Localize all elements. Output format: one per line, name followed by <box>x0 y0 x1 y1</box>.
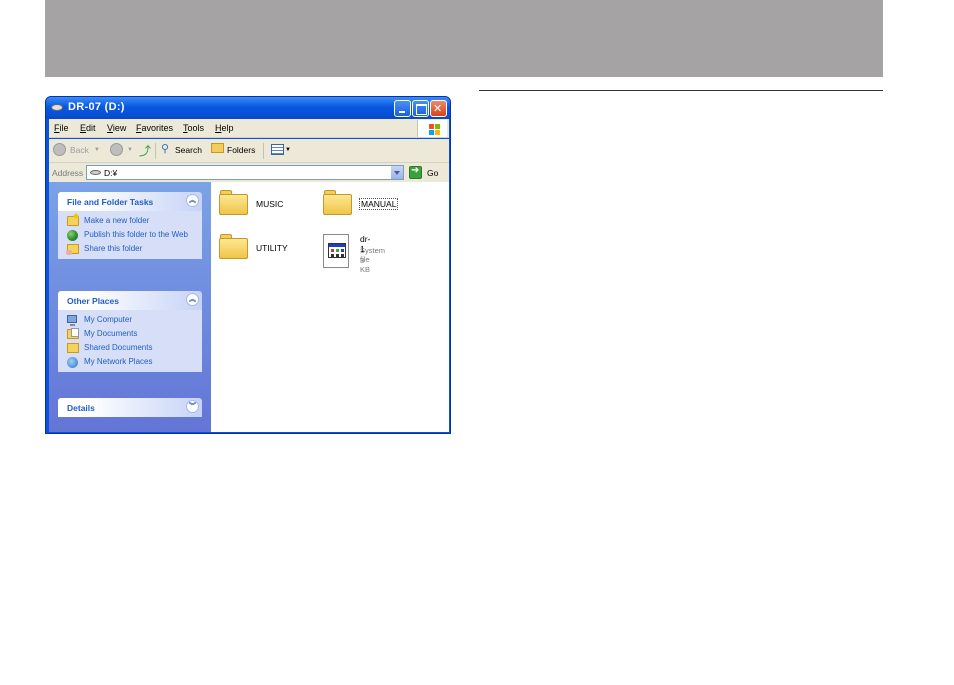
panel-title: Details <box>67 403 95 413</box>
standard-toolbar: Back ▼ ▼ ⤴ ⚲ Search Folders ▼ <box>49 139 449 163</box>
shared-folder-icon <box>67 343 79 353</box>
place-label: Shared Documents <box>84 343 153 352</box>
place-label: My Documents <box>84 329 138 338</box>
new-folder-icon <box>67 216 79 226</box>
back-button-label[interactable]: Back <box>70 145 89 155</box>
windows-logo-icon <box>417 120 447 137</box>
place-my-computer[interactable]: My Computer <box>67 315 196 326</box>
panel-header[interactable]: Details ︾ <box>58 398 202 417</box>
other-places-panel: Other Places ︽ My Computer My Documents … <box>58 291 202 372</box>
panel-body: Make a new folder Publish this folder to… <box>58 211 202 259</box>
system-file-icon <box>323 234 349 268</box>
forward-arrow-icon[interactable] <box>110 143 123 156</box>
title-bar[interactable]: DR-07 (D:) <box>46 97 450 119</box>
menu-help[interactable]: Help <box>215 123 234 133</box>
place-label: My Computer <box>84 315 133 324</box>
window-title: DR-07 (D:) <box>68 101 125 113</box>
file-list-view: MUSIC MANUAL UTILITY dr-1 System file 3 … <box>211 182 449 432</box>
panel-title: Other Places <box>67 296 119 306</box>
search-icon[interactable]: ⚲ <box>161 142 169 155</box>
expand-chevron-icon[interactable]: ︾ <box>186 400 199 413</box>
place-label: My Network Places <box>84 357 153 366</box>
panel-header[interactable]: Other Places ︽ <box>58 291 202 310</box>
close-button[interactable] <box>430 100 447 117</box>
file-folder-tasks-panel: File and Folder Tasks ︽ Make a new folde… <box>58 192 202 259</box>
go-arrow-icon[interactable] <box>409 165 422 179</box>
task-publish-web[interactable]: Publish this folder to the Web <box>67 230 196 241</box>
minimize-button[interactable] <box>394 100 411 117</box>
top-banner <box>45 0 883 77</box>
drive-icon <box>90 170 101 175</box>
views-icon[interactable] <box>271 144 284 155</box>
toolbar-separator <box>263 143 264 159</box>
task-label: Publish this folder to the Web <box>84 230 188 239</box>
menu-tools[interactable]: Tools <box>183 123 204 133</box>
address-bar: Address D:¥ Go <box>49 163 449 182</box>
menu-bar: File Edit View Favorites Tools Help <box>49 119 449 138</box>
explorer-window: DR-07 (D:) File Edit View Favorites Tool… <box>45 96 451 434</box>
address-value: D:¥ <box>104 168 118 178</box>
address-label: Address <box>52 168 84 178</box>
task-share-folder[interactable]: Share this folder <box>66 244 196 255</box>
folders-button[interactable]: Folders <box>227 145 255 155</box>
back-arrow-icon[interactable] <box>53 143 66 156</box>
up-folder-icon[interactable]: ⤴ <box>139 142 151 159</box>
views-dropdown-icon[interactable]: ▼ <box>285 147 291 153</box>
folder-icon <box>219 234 248 259</box>
folder-icon <box>323 190 352 215</box>
task-label: Make a new folder <box>84 216 150 225</box>
computer-icon <box>67 315 77 326</box>
share-folder-icon <box>66 244 79 255</box>
folder-icon <box>219 190 248 215</box>
folders-icon[interactable] <box>211 143 224 153</box>
network-icon <box>67 357 78 368</box>
menu-view[interactable]: View <box>107 123 126 133</box>
panel-body: My Computer My Documents Shared Document… <box>58 310 202 372</box>
address-dropdown-icon[interactable] <box>390 166 403 179</box>
file-size: 3 KB <box>360 256 371 274</box>
search-button[interactable]: Search <box>175 145 202 155</box>
toolbar-separator <box>155 143 156 159</box>
go-button[interactable]: Go <box>427 168 438 178</box>
place-my-network-places[interactable]: My Network Places <box>67 357 196 368</box>
task-label: Share this folder <box>84 244 143 253</box>
folder-label: MUSIC <box>256 199 284 209</box>
menu-file[interactable]: File <box>54 123 69 133</box>
collapse-chevron-icon[interactable]: ︽ <box>186 293 199 306</box>
address-input[interactable]: D:¥ <box>86 165 404 180</box>
maximize-button[interactable] <box>412 100 429 117</box>
panel-title: File and Folder Tasks <box>67 197 154 207</box>
panel-header[interactable]: File and Folder Tasks ︽ <box>58 192 202 211</box>
folder-label: MANUAL <box>358 198 399 210</box>
place-my-documents[interactable]: My Documents <box>67 328 196 339</box>
back-dropdown-icon[interactable]: ▼ <box>94 147 100 153</box>
menu-favorites[interactable]: Favorites <box>136 123 173 133</box>
collapse-chevron-icon[interactable]: ︽ <box>186 194 199 207</box>
details-panel: Details ︾ <box>58 398 202 417</box>
header-rule <box>479 90 883 91</box>
folder-label: UTILITY <box>256 243 288 253</box>
documents-icon <box>67 328 79 339</box>
task-make-new-folder[interactable]: Make a new folder <box>67 216 196 226</box>
menu-edit[interactable]: Edit <box>80 123 96 133</box>
drive-icon <box>51 104 63 111</box>
forward-dropdown-icon[interactable]: ▼ <box>127 147 133 153</box>
task-pane: File and Folder Tasks ︽ Make a new folde… <box>49 182 211 432</box>
globe-icon <box>67 230 78 241</box>
place-shared-documents[interactable]: Shared Documents <box>67 343 196 353</box>
